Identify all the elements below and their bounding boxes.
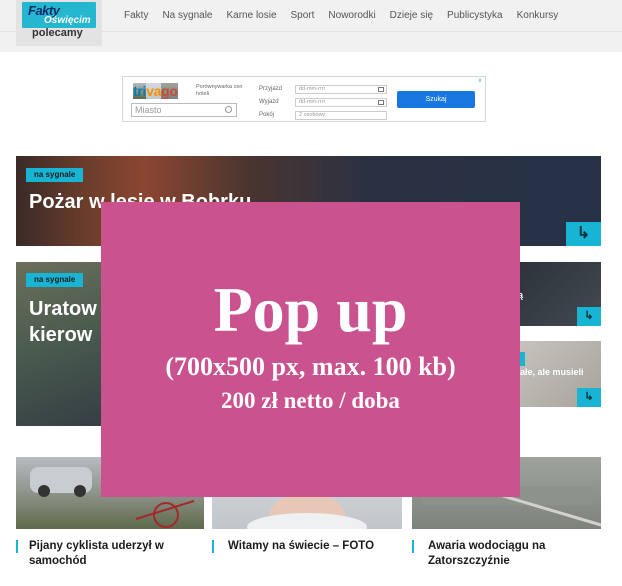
ad-checkin-placeholder: dd-mm-rrrr [299,86,326,92]
nav-item-konkursy[interactable]: Konkursy [517,10,559,21]
ad-tagline: Porównywarka cen hoteli [196,84,243,97]
ad-close-icon[interactable]: x [475,77,485,85]
site-logo[interactable]: Fakty Oświęcim polecamy [16,0,102,46]
caption-3-line2: Zatorszczyźnie [428,555,510,567]
caption-3-line1: Awaria wodociągu na [428,540,546,552]
main-nav: Fakty Na sygnale Karne losie Sport Nowor… [124,10,572,21]
popup-subtitle: (700x500 px, max. 100 kb) [165,352,456,381]
calendar-icon [378,87,384,92]
ad-city-input[interactable]: Miasto [131,103,237,117]
calendar-icon [378,100,384,105]
caption-1-line1: Pijany cyklista uderzył w [29,540,164,552]
ad-room-label: Pokój [259,112,275,118]
card-right-2-text: ałe, ale musieli [520,367,584,377]
ad-room-select[interactable]: 2 osobowy [295,111,387,120]
nav-item-dzieje-sie[interactable]: Dzieje się [390,10,433,21]
popup-price: 200 zł netto / doba [221,388,400,413]
popup-ad[interactable]: Pop up (700x500 px, max. 100 kb) 200 zł … [101,202,520,497]
page: Fakty Oświęcim polecamy Fakty Na sygnale… [0,0,622,586]
caption-1-line2: samochód [29,555,87,567]
hero-arrow-icon[interactable]: ↳ [566,222,601,246]
nav-item-karne-losie[interactable]: Karne losie [226,10,276,21]
trivago-logo: trivago [133,83,178,99]
ad-checkout-placeholder: dd-mm-rrrr [299,99,326,105]
popup-title: Pop up [213,274,408,345]
ad-checkout-field[interactable]: dd-mm-rrrr [295,98,387,107]
trivago-ad[interactable]: trivago Porównywarka cen hoteli Miasto P… [122,76,486,122]
ad-city-placeholder: Miasto [135,105,162,115]
ad-search-button[interactable]: Szukaj [397,91,475,108]
trivago-logo-part2: va [146,83,162,99]
logo-subtitle: polecamy [32,27,83,39]
nav-item-noworodki[interactable]: Noworodki [328,10,375,21]
card-left-category-badge[interactable]: na sygnale [26,273,84,287]
ad-room-value: 2 osobowy [299,112,326,118]
search-icon [225,106,232,113]
hero-category-badge[interactable]: na sygnale [26,168,84,182]
logo-text-city: Oświęcim [44,15,91,26]
logo-badge: Fakty Oświęcim [22,2,96,28]
trivago-logo-part1: tri [133,83,147,99]
thumb-caption-1[interactable]: Pijany cyklista uderzył w samochód [29,539,164,569]
nav-item-fakty[interactable]: Fakty [124,10,148,21]
card-right-1-arrow-icon[interactable]: ↳ [577,307,601,326]
trivago-logo-part3: go [161,83,178,99]
thumb-caption-3[interactable]: Awaria wodociągu na Zatorszczyźnie [428,539,545,569]
ad-checkout-label: Wyjazd [259,99,279,105]
caption-bar-1 [16,540,18,553]
caption-bar-3 [412,540,414,553]
nav-item-sport[interactable]: Sport [291,10,315,21]
nav-item-publicystyka[interactable]: Publicystyka [447,10,503,21]
caption-2-line1: Witamy na świecie – FOTO [228,540,375,552]
ad-checkin-field[interactable]: dd-mm-rrrr [295,85,387,94]
nav-item-na-sygnale[interactable]: Na sygnale [162,10,212,21]
card-left-title[interactable]: Uratow kierow [29,296,97,348]
caption-bar-2 [212,540,214,553]
thumb-caption-2[interactable]: Witamy na świecie – FOTO [228,539,374,554]
card-right-2-arrow-icon[interactable]: ↳ [577,388,601,407]
card-left-title-line1: Uratow [29,298,97,320]
ad-checkin-label: Przyjazd [259,86,283,92]
card-left-title-line2: kierow [29,324,93,346]
